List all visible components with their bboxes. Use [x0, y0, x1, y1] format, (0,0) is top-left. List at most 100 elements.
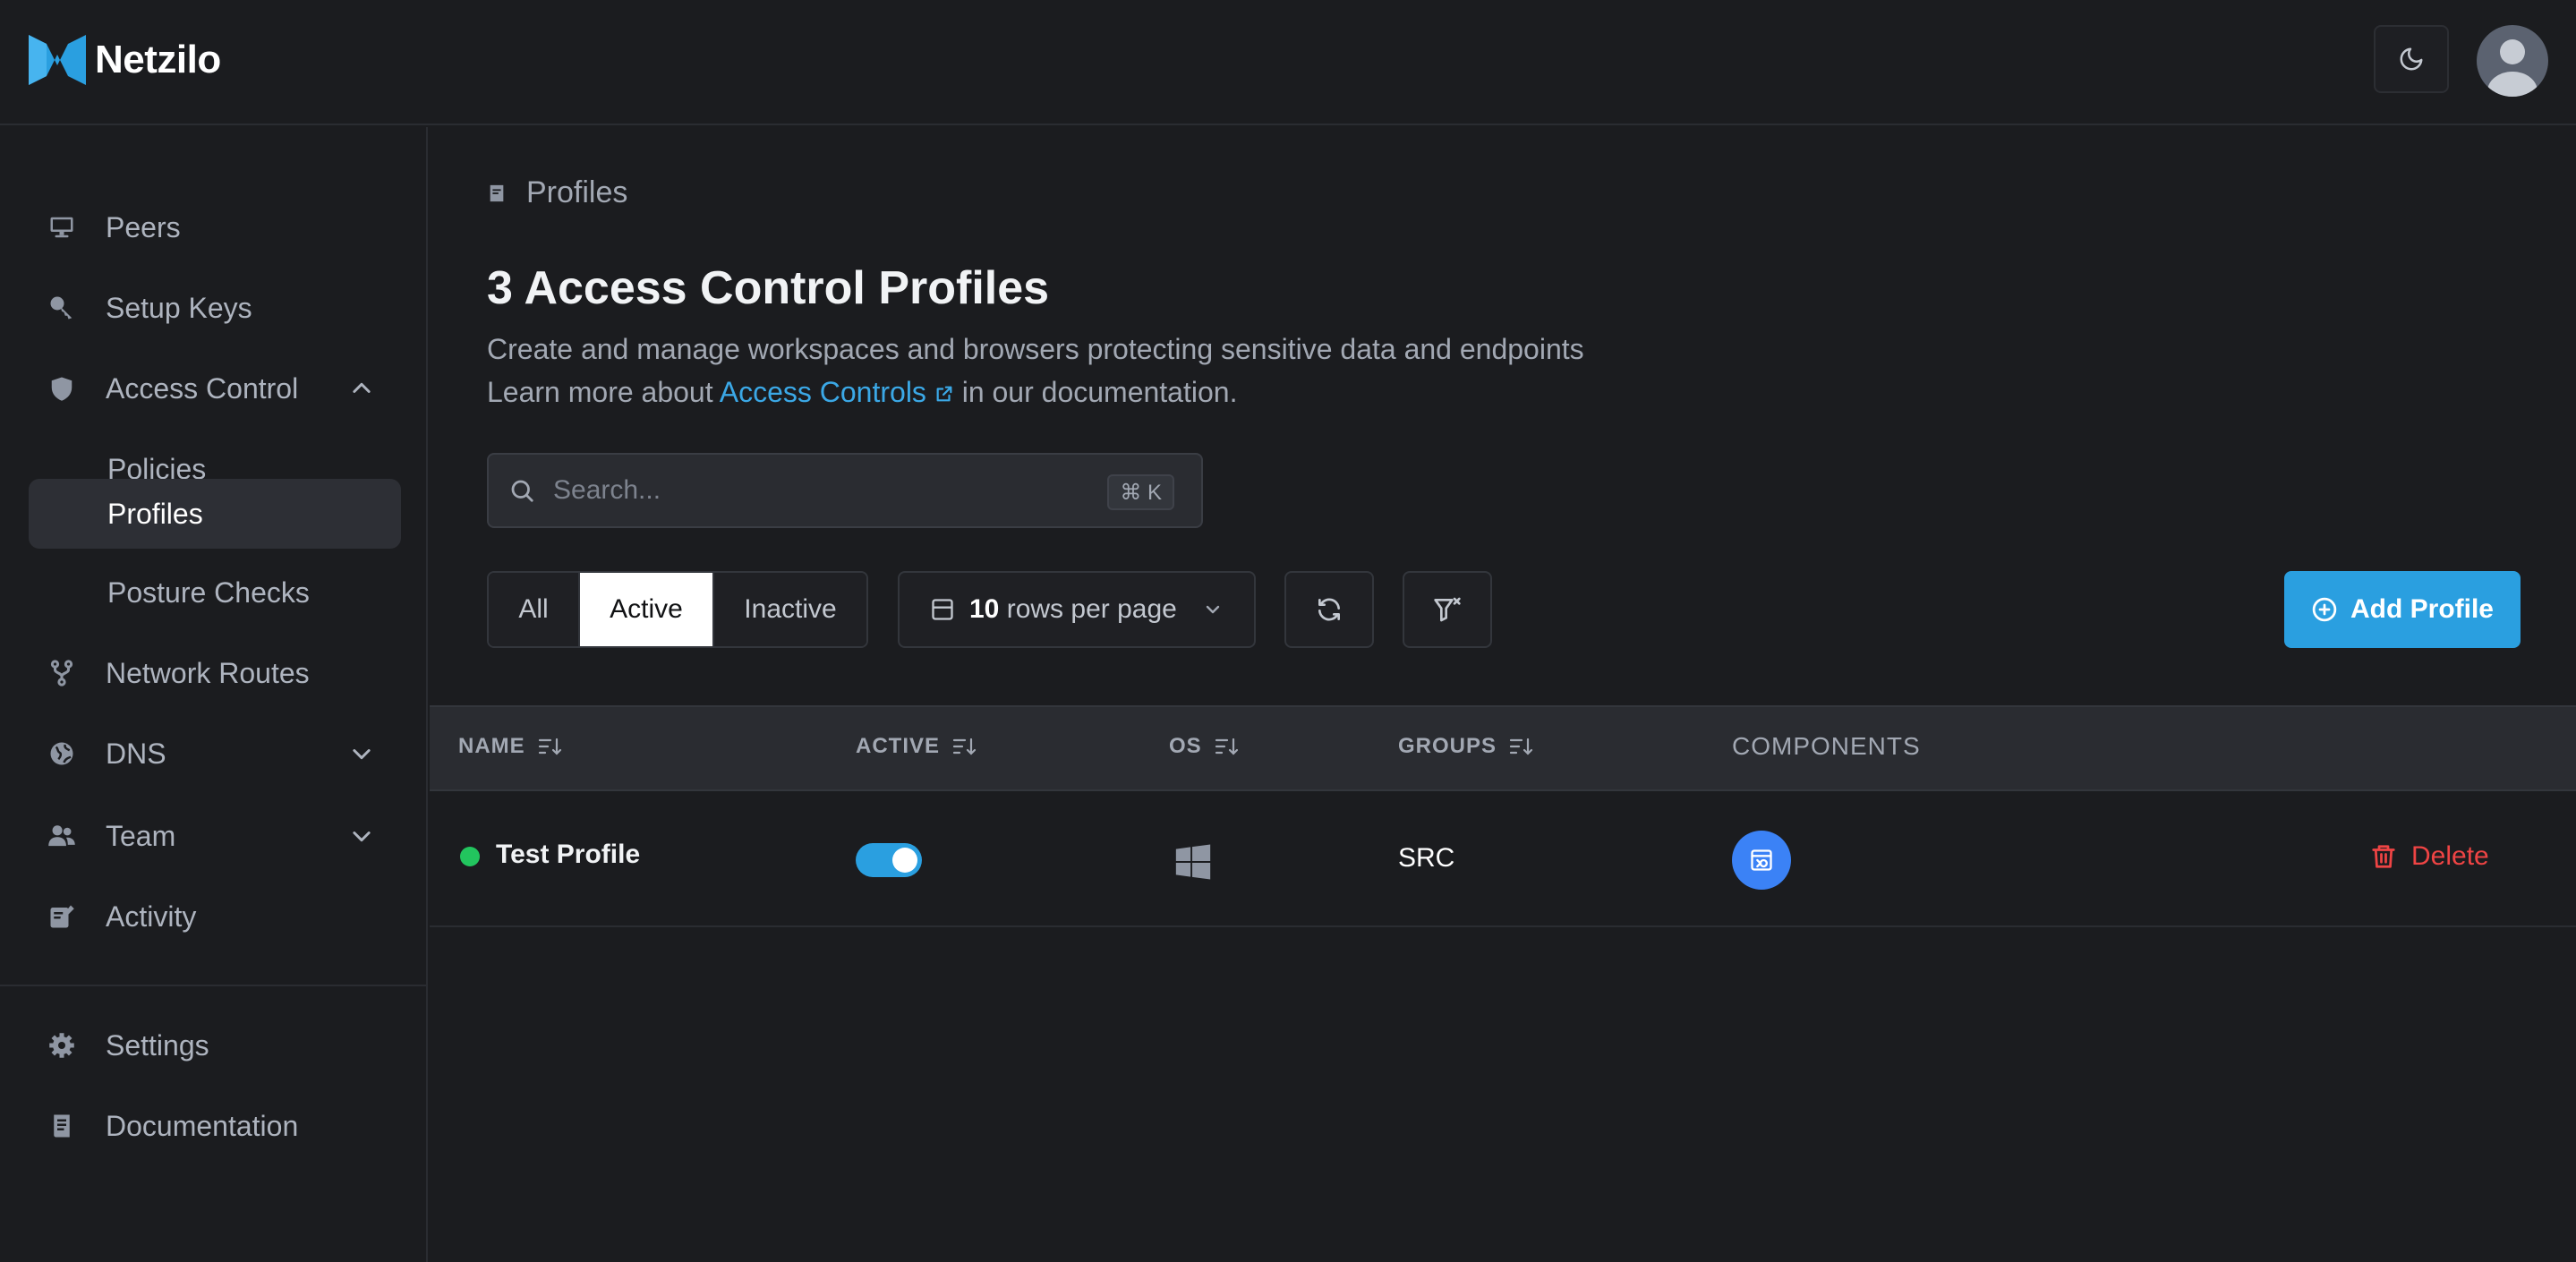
sidebar-item-settings[interactable]: Settings	[29, 1013, 401, 1078]
column-label: NAME	[458, 734, 525, 758]
description-text: Create and manage workspaces and browser…	[487, 333, 1584, 365]
sidebar-item-label: Network Routes	[106, 656, 310, 689]
column-label: COMPONENTS	[1732, 732, 1921, 760]
rows-per-page-text: rows per page	[1006, 594, 1177, 624]
branch-icon	[47, 658, 77, 688]
active-toggle[interactable]	[856, 843, 922, 877]
top-bar: Netzilo	[0, 0, 2576, 125]
sidebar-item-label: DNS	[106, 737, 166, 770]
book-icon	[47, 1111, 77, 1141]
column-label: ACTIVE	[856, 734, 941, 758]
chevron-down-icon	[1206, 605, 1220, 614]
sidebar-item-label: Documentation	[106, 1109, 299, 1142]
column-label: OS	[1169, 734, 1202, 758]
add-profile-button[interactable]: Add Profile	[2284, 571, 2521, 648]
sidebar-item-peers[interactable]: Peers	[29, 195, 401, 260]
browser-component-badge[interactable]	[1732, 831, 1791, 890]
table-row[interactable]: Test Profile SRC Delete	[430, 791, 2576, 927]
column-header-components: COMPONENTS	[1732, 732, 1921, 761]
add-profile-label: Add Profile	[2350, 594, 2494, 624]
chevron-down-icon	[353, 749, 371, 760]
column-header-active[interactable]: ACTIVE	[856, 734, 977, 759]
browser-icon	[1751, 849, 1772, 871]
refresh-button[interactable]	[1284, 571, 1374, 648]
sidebar-item-label: Profiles	[107, 497, 203, 530]
learn-more-prefix: Learn more about	[487, 376, 713, 408]
sidebar-item-documentation[interactable]: Documentation	[29, 1094, 401, 1158]
learn-more-suffix: in our documentation.	[961, 376, 1238, 408]
trash-icon	[2372, 845, 2395, 868]
sidebar-item-label: Peers	[106, 210, 181, 243]
theme-toggle-button[interactable]	[2374, 25, 2449, 93]
search-input[interactable]: Search... ⌘ K	[487, 453, 1203, 528]
external-link-icon	[936, 386, 952, 402]
rows-per-page-value: 10	[969, 594, 1000, 624]
sidebar-item-label: Settings	[106, 1028, 209, 1062]
app-name: Netzilo	[95, 38, 221, 81]
plus-circle-icon	[2312, 597, 2337, 622]
sidebar-item-setup-keys[interactable]: Setup Keys	[29, 276, 401, 340]
filter-tab-inactive[interactable]: Inactive	[712, 573, 866, 646]
access-controls-link[interactable]: Access Controls	[720, 376, 954, 408]
breadcrumb-label[interactable]: Profiles	[526, 175, 627, 210]
sidebar-item-activity[interactable]: Activity	[29, 884, 401, 949]
logo[interactable]: Netzilo	[27, 30, 221, 90]
sidebar-item-posture-checks[interactable]: Posture Checks	[29, 559, 401, 627]
shield-icon	[47, 373, 77, 404]
monitor-icon	[47, 212, 77, 243]
profile-name[interactable]: Test Profile	[496, 840, 640, 870]
sort-icon	[1509, 738, 1533, 755]
sidebar-item-access-control[interactable]: Access Control	[29, 356, 401, 421]
page-description: Create and manage workspaces and browser…	[487, 328, 1584, 414]
profile-doc-icon	[490, 184, 504, 201]
status-filter-tabs: All Active Inactive	[487, 571, 868, 648]
sidebar-item-label: Team	[106, 819, 176, 852]
users-icon	[47, 821, 77, 851]
rows-per-page-label: 10 rows per page	[969, 594, 1177, 625]
clear-filters-button[interactable]	[1403, 571, 1492, 648]
link-text[interactable]: Access Controls	[720, 376, 926, 408]
moon-icon	[2400, 47, 2423, 71]
sidebar: Peers Setup Keys Access Control Policies…	[0, 127, 428, 1262]
sort-icon	[1215, 738, 1238, 755]
table-header: NAME ACTIVE OS GROUPS COMPONENTS	[430, 705, 2576, 791]
delete-button[interactable]: Delete	[2370, 841, 2489, 872]
sidebar-item-label: Activity	[106, 900, 197, 933]
delete-label: Delete	[2411, 841, 2489, 871]
sort-icon	[538, 738, 561, 755]
refresh-icon	[1318, 598, 1340, 621]
sidebar-item-team[interactable]: Team	[29, 804, 401, 868]
user-avatar[interactable]	[2477, 25, 2548, 97]
search-shortcut-badge: ⌘ K	[1107, 474, 1174, 510]
column-header-os[interactable]: OS	[1169, 734, 1240, 759]
gear-icon	[47, 1030, 77, 1061]
filter-tab-all[interactable]: All	[489, 573, 578, 646]
status-dot	[460, 847, 480, 866]
windows-icon	[1173, 841, 1214, 887]
search-placeholder: Search...	[553, 475, 661, 505]
page-title: 3 Access Control Profiles	[487, 262, 1050, 314]
rows-icon	[932, 599, 953, 620]
filter-clear-icon	[1434, 597, 1461, 622]
column-header-name[interactable]: NAME	[458, 734, 563, 759]
chevron-down-icon	[353, 831, 371, 842]
globe-icon	[47, 738, 77, 769]
netzilo-logo-icon	[29, 35, 86, 85]
activity-icon	[47, 901, 77, 932]
column-label: GROUPS	[1398, 734, 1497, 758]
filter-tab-active[interactable]: Active	[578, 573, 712, 646]
sidebar-item-profiles[interactable]: Profiles	[29, 479, 401, 549]
group-label: SRC	[1398, 843, 1455, 873]
toggle-knob	[892, 848, 917, 873]
sidebar-item-label: Setup Keys	[106, 291, 252, 324]
user-icon	[2487, 39, 2538, 97]
sidebar-item-dns[interactable]: DNS	[29, 721, 401, 786]
sidebar-item-network-routes[interactable]: Network Routes	[29, 641, 401, 705]
learn-more-line: Learn more about Access Controls in our …	[487, 371, 1584, 414]
rows-per-page-select[interactable]: 10 rows per page	[898, 571, 1256, 648]
chevron-up-icon	[353, 382, 371, 393]
search-icon	[511, 480, 533, 502]
column-header-groups[interactable]: GROUPS	[1398, 734, 1534, 759]
breadcrumb: Profiles	[487, 175, 627, 210]
sidebar-item-label: Posture Checks	[107, 576, 310, 609]
